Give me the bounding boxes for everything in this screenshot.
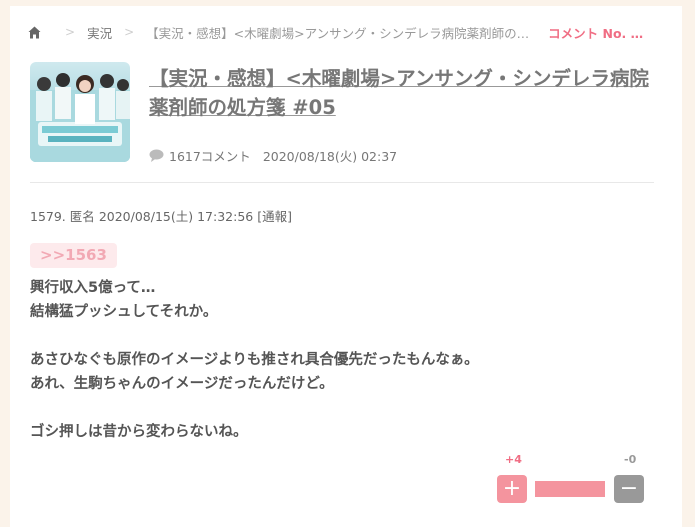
article-title[interactable]: 【実況・感想】<木曜劇場>アンサング・シンデレラ病院薬剤師の処方箋 #05 (149, 64, 649, 122)
chevron-right-icon: > (124, 25, 135, 39)
divider (30, 182, 654, 183)
comment-date: 2020/08/15(土) 17:32:56 (98, 209, 254, 224)
thumbnail-image (30, 62, 130, 162)
comment-line: 結構猛プッシュしてそれか。 (30, 304, 218, 320)
comment-line: あさひなぐも原作のイメージよりも推され具合優先だったもんなぁ。 (30, 352, 479, 368)
vote-ratio-fill (535, 481, 605, 497)
breadcrumb-category[interactable]: 実況 (87, 23, 112, 42)
breadcrumb: > 実況 > 【実況・感想】<木曜劇場>アンサング・シンデレラ病院薬剤師の処方箋… (28, 21, 656, 43)
chevron-right-icon: > (65, 25, 76, 39)
comment-body: 興行収入5億って… 結構猛プッシュしてそれか。 あさひなぐも原作のイメージよりも… (30, 276, 650, 444)
minus-vote-button[interactable]: − (614, 475, 644, 503)
minus-vote-count: -0 (624, 453, 637, 466)
comment-line: ゴシ押しは昔から変わらないね。 (30, 424, 248, 440)
plus-vote-count: +4 (505, 453, 522, 466)
plus-vote-button[interactable]: + (497, 475, 527, 503)
report-link[interactable]: [通報] (257, 209, 292, 224)
comment-line: 興行収入5億って… (30, 280, 156, 296)
comment-line: あれ、生駒ちゃんのイメージだったんだけど。 (30, 376, 334, 392)
comment-number: 1579. (30, 209, 66, 224)
article-meta: 1617コメント 2020/08/18(火) 02:37 (149, 146, 397, 165)
comment-header: 1579. 匿名 2020/08/15(土) 17:32:56 [通報] (30, 206, 296, 225)
speech-bubble-icon (149, 149, 164, 162)
vote-ratio-bar (535, 481, 605, 497)
article-date: 2020/08/18(火) 02:37 (262, 149, 398, 164)
article-thumbnail[interactable] (30, 62, 130, 162)
home-icon[interactable] (28, 26, 41, 39)
reply-anchor-link[interactable]: >>1563 (30, 243, 117, 268)
comment-author: 匿名 (69, 209, 95, 224)
comment-count: 1617コメント (169, 149, 251, 164)
breadcrumb-comment-number: コメント No. 1579 (548, 25, 649, 41)
breadcrumb-article[interactable]: 【実況・感想】<木曜劇場>アンサング・シンデレラ病院薬剤師の処方箋 #05 (146, 23, 538, 42)
